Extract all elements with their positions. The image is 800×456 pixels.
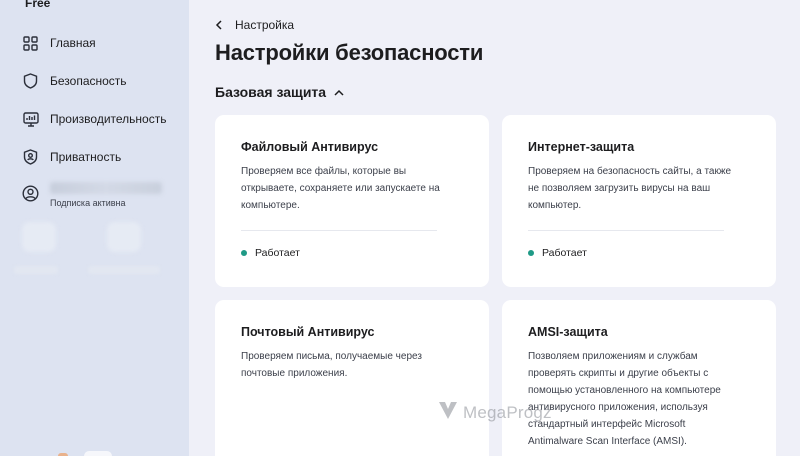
sidebar: Free Главная Безопасность Производительн… [0, 0, 189, 456]
sidebar-item-home[interactable]: Главная [0, 28, 189, 58]
status-indicator: Работает [241, 247, 300, 259]
status-indicator: Работает [528, 247, 587, 259]
chevron-up-icon [334, 86, 346, 98]
status-dot-icon [241, 250, 247, 256]
sidebar-item-privacy[interactable]: Приватность [0, 142, 189, 172]
bottom-widget [84, 451, 112, 456]
home-grid-icon [22, 35, 39, 52]
card-description-line: помощью установленного на компьютере [528, 385, 721, 396]
card-description: Проверяем на безопасность сайты, а также… [528, 163, 760, 214]
card-description-line: компьютере. [241, 200, 300, 211]
card-title: AMSI-защита [528, 325, 608, 339]
sidebar-item-label: Приватность [50, 150, 122, 164]
account-name-blurred [50, 182, 162, 194]
card-web-protection[interactable]: Интернет-защита Проверяем на безопасност… [502, 115, 776, 287]
section-title: Базовая защита [215, 84, 327, 100]
user-icon [22, 185, 39, 202]
card-description: Позволяем приложениям и службам проверят… [528, 348, 760, 450]
sidebar-item-label: Безопасность [50, 74, 127, 88]
card-description-line: компьютер. [528, 200, 582, 211]
account-panel[interactable]: Подписка активна [0, 178, 189, 212]
card-description: Проверяем письма, получаемые через почто… [241, 348, 473, 382]
card-description-line: Позволяем приложениям и службам [528, 351, 698, 362]
card-description-line: Проверяем на безопасность сайты, а также [528, 166, 732, 177]
card-title: Интернет-защита [528, 140, 635, 154]
card-description-line: Проверяем письма, получаемые через [241, 351, 422, 362]
card-mail-antivirus[interactable]: Почтовый Антивирус Проверяем письма, пол… [215, 300, 489, 456]
faded-shortcut-icon [22, 222, 56, 252]
monitor-icon [22, 111, 39, 128]
card-description-line: проверять скрипты и другие объекты с [528, 368, 709, 379]
sidebar-item-label: Главная [50, 36, 96, 50]
card-description-line: почтовые приложения. [241, 368, 348, 379]
card-description-line: Antimalware Scan Interface (AMSI). [528, 436, 687, 447]
faded-shortcut-label [88, 266, 160, 274]
card-description-line: антивирусного приложения, используя [528, 402, 708, 413]
divider [528, 230, 724, 231]
main-content: Настройка Настройки безопасности Базовая… [189, 0, 800, 456]
app-name: Free [25, 0, 51, 10]
watermark: MegaProgz [437, 400, 552, 425]
card-file-antivirus[interactable]: Файловый Антивирус Проверяем все файлы, … [215, 115, 489, 287]
status-dot-icon [528, 250, 534, 256]
card-title: Почтовый Антивирус [241, 325, 375, 339]
status-text: Работает [542, 247, 587, 259]
watermark-logo-icon [437, 400, 459, 425]
card-description: Проверяем все файлы, которые вы открывае… [241, 163, 473, 214]
sidebar-item-security[interactable]: Безопасность [0, 66, 189, 96]
section-toggle[interactable]: Базовая защита [215, 84, 346, 100]
breadcrumb-back[interactable]: Настройка [215, 16, 294, 34]
card-description-line: стандартный интерфейс Microsoft [528, 419, 686, 430]
shield-icon [22, 73, 39, 90]
faded-shortcut-icon [107, 222, 141, 252]
chevron-left-icon [215, 19, 227, 31]
page-title: Настройки безопасности [215, 40, 484, 65]
card-amsi-protection[interactable]: AMSI-защита Позволяем приложениям и служ… [502, 300, 776, 456]
status-text: Работает [255, 247, 300, 259]
divider [241, 230, 437, 231]
sidebar-item-performance[interactable]: Производительность [0, 104, 189, 134]
privacy-shield-icon [22, 149, 39, 166]
breadcrumb-label: Настройка [235, 18, 295, 32]
card-description-line: открываете, сохраняете или запускаете на [241, 183, 440, 194]
card-description-line: не позволяем загрузить вирусы на ваш [528, 183, 711, 194]
card-title: Файловый Антивирус [241, 140, 379, 154]
watermark-text: MegaProgz [463, 402, 552, 422]
card-description-line: Проверяем все файлы, которые вы [241, 166, 407, 177]
subscription-status: Подписка активна [50, 198, 126, 208]
sidebar-item-label: Производительность [50, 112, 167, 126]
faded-shortcut-label [14, 266, 58, 274]
